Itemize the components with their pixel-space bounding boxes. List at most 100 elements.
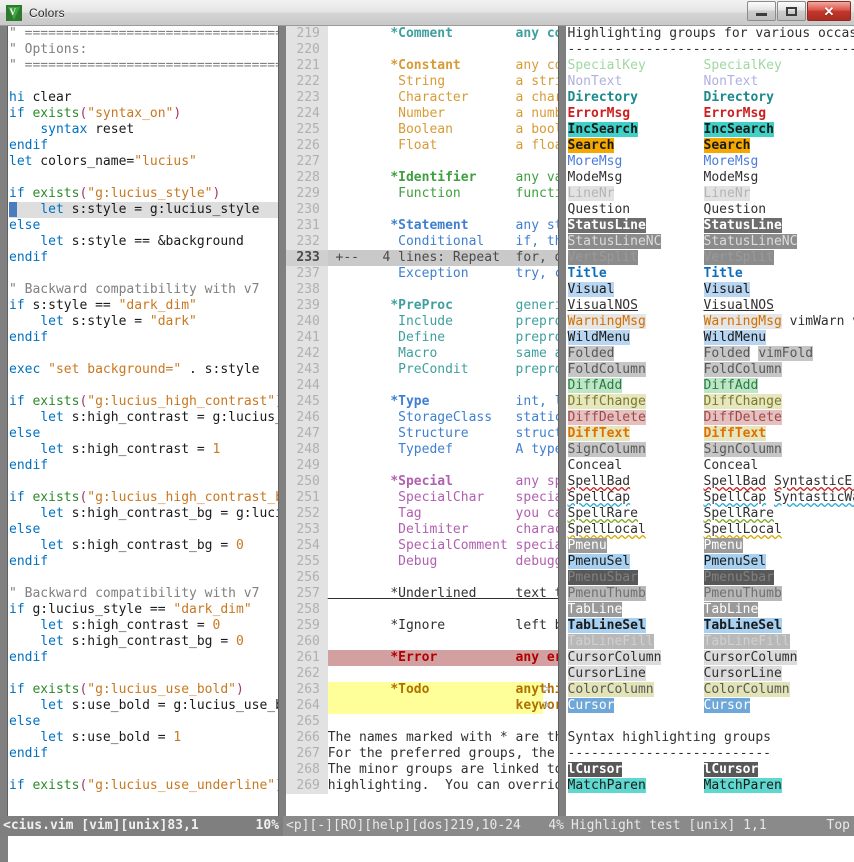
help-line: 265: [286, 714, 558, 730]
highlight-group-row: FoldColumnFoldColumn: [568, 362, 854, 378]
highlight-group-row: ModeMsgModeMsg: [568, 170, 854, 186]
help-line-text: Number a number: [328, 106, 558, 121]
highlight-group-linked-sample: SyntasticError: [774, 474, 854, 489]
highlight-group-desc: anything: [516, 682, 558, 697]
pane-syntax-help[interactable]: 219 *Comment any comme>220 221 *Constant…: [286, 26, 558, 816]
highlight-group-sample-right-col: SpecialKey: [704, 58, 782, 74]
help-line-text: Delimiter character: [328, 522, 558, 537]
highlight-group-sample-right-col: SignColumn: [704, 442, 782, 458]
code-token: [17, 202, 40, 217]
highlight-group-name: Include: [328, 314, 516, 329]
code-line: endif: [9, 746, 278, 762]
code-line: let s:use_bold = g:lucius_use_bold: [9, 698, 278, 714]
code-line: " =====================================>: [9, 58, 278, 74]
highlight-group-sample-right: StatusLineNC: [704, 234, 798, 249]
highlight-group-desc: preproces: [516, 362, 558, 377]
help-line: 219 *Comment any comme>: [286, 26, 558, 42]
close-button[interactable]: ✕: [807, 1, 851, 21]
highlight-group-row: NonTextNonText: [568, 74, 854, 90]
highlight-group-row: LineNrLineNr: [568, 186, 854, 202]
highlight-group-sample-left: IncSearch: [568, 122, 638, 137]
highlight-group-sample-right: SignColumn: [704, 442, 782, 457]
code-line: if exists("g:lucius_use_underline"): [9, 778, 278, 794]
highlight-group-name: SpecialChar: [328, 490, 516, 505]
help-line-text: SpecialComment special t: [328, 538, 558, 553]
code-line: if exists("g:lucius_high_contrast_bg"): [9, 490, 278, 506]
line-number: 247: [286, 426, 328, 442]
highlight-group-row: CursorLineCursorLine: [568, 666, 854, 682]
code-token: Backward compatibility with v7: [17, 282, 260, 297]
highlight-group-row: ErrorMsgErrorMsg: [568, 106, 854, 122]
highlight-group-name: Exception: [328, 266, 516, 281]
help-line: 251 SpecialChar special c>: [286, 490, 558, 506]
code-token: s:high_contrast =: [64, 618, 213, 633]
statusline-mid: <p][-][RO][help][dos]219,10-24 4%: [283, 816, 568, 836]
line-number: 259: [286, 618, 328, 634]
highlight-group-row: DiffTextDiffText: [568, 426, 854, 442]
code-token: else: [9, 522, 40, 537]
help-line-text: Tag you can u: [328, 506, 558, 521]
highlight-group-name: SpecialComment: [328, 538, 516, 553]
vertical-split-1[interactable]: [278, 26, 286, 816]
highlight-group-sample-left: Pmenu: [568, 538, 607, 553]
help-line: 221 *Constant any const>: [286, 58, 558, 74]
highlight-group-desc: any speci: [516, 474, 558, 489]
code-token: exists: [32, 106, 79, 121]
highlight-group-sample-left: PmenuSbar: [568, 570, 638, 585]
help-line-text: *PreProc generic P: [328, 298, 558, 313]
code-token: if: [9, 602, 25, 617]
code-line: let s:high_contrast_bg = 0: [9, 634, 278, 650]
code-line: [9, 266, 278, 282]
help-line: 249: [286, 458, 558, 474]
line-number: 237: [286, 266, 328, 282]
code-line: let s:use_bold = 1: [9, 730, 278, 746]
highlight-group-row: SpellBadSpellBad SyntasticError: [568, 474, 854, 490]
help-line-text: *Special any speci: [328, 474, 558, 489]
code-line: [9, 170, 278, 186]
highlight-group-desc: ked to th: [516, 762, 558, 777]
pane-highlight-test[interactable]: Highlighting groups for various occasio>…: [566, 26, 854, 816]
highlight-group-sample-left: SpellRare: [568, 506, 638, 521]
highlight-group-desc: same as D: [516, 346, 558, 361]
highlight-group-sample-right-col: Directory: [704, 90, 774, 106]
code-token: s:high_contrast_bg =: [64, 634, 236, 649]
code-token: endif: [9, 458, 48, 473]
highlight-group-sample-left: TabLineFill: [568, 634, 654, 649]
close-icon: ✕: [824, 5, 835, 18]
code-token: endif: [9, 746, 48, 761]
highlight-group-sample-right: MoreMsg: [704, 154, 759, 169]
help-line-text: Include preproces: [328, 314, 558, 329]
highlight-group-sample-left: Conceal: [568, 458, 623, 473]
code-line: let s:high_contrast_bg = g:lucius_>: [9, 506, 278, 522]
highlight-group-desc: any state: [516, 218, 558, 233]
vertical-split-2[interactable]: [558, 26, 566, 816]
left-gutter-bar: [0, 26, 8, 816]
line-number: 256: [286, 570, 328, 586]
help-line-text: Define preproces: [328, 330, 558, 345]
highlight-group-desc: verride t: [516, 778, 558, 793]
maximize-button[interactable]: [777, 1, 806, 21]
code-token: s:high_contrast_bg =: [64, 538, 236, 553]
code-token: s:style == &background: [64, 234, 244, 249]
code-token: [9, 698, 40, 713]
highlight-group-sample-right: lCursor: [704, 762, 759, 777]
highlight-group-desc: a string: [516, 74, 558, 89]
sample-gap: [766, 474, 774, 489]
help-line-text: Boolean a boolean: [328, 122, 558, 137]
highlight-group-sample-right: SpellRare: [704, 506, 774, 521]
highlight-group-sample-right-col: DiffDelete: [704, 410, 782, 426]
code-token: [9, 618, 40, 633]
help-line-text: String a string: [328, 74, 558, 89]
minimize-button[interactable]: [747, 1, 776, 21]
line-number: 266: [286, 730, 328, 746]
highlight-group-sample-right-col: TabLine: [704, 602, 759, 618]
line-number: 223: [286, 90, 328, 106]
title-bar: V Colors ✕: [0, 0, 854, 26]
highlight-group-sample-right-col: TabLineFill: [704, 634, 790, 650]
highlight-group-linked-sample: vimWarn vimB: [790, 314, 854, 329]
line-number: 224: [286, 106, 328, 122]
help-line-text: *Ignore left blan: [328, 618, 558, 633]
pane-lucius-vim[interactable]: " =====================================>…: [0, 26, 278, 816]
code-token: colors_name=: [32, 154, 134, 169]
code-line: exec "set background=" . s:style: [9, 362, 278, 378]
